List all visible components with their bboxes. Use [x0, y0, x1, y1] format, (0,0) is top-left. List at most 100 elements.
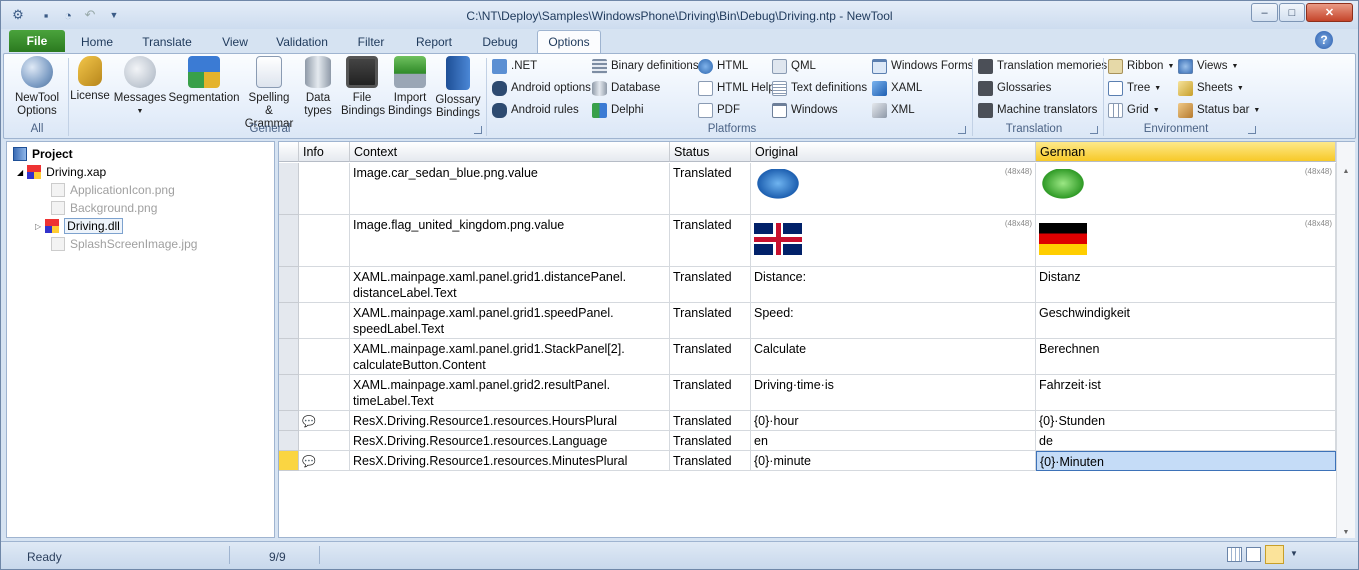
platform-xaml[interactable]: XAML [872, 78, 922, 98]
cell-status[interactable]: Translated [670, 163, 751, 215]
platforms-dialog-launcher-icon[interactable] [958, 126, 966, 134]
tree-node-project[interactable]: Project [13, 145, 73, 163]
tab-validation[interactable]: Validation [271, 32, 333, 52]
cell-original[interactable]: {0}·minute [751, 451, 1036, 471]
data-types-button[interactable]: Data types [298, 56, 338, 118]
cell-status[interactable]: Translated [670, 375, 751, 411]
tree-node-background[interactable]: Background.png [51, 199, 157, 217]
column-header-original[interactable]: Original [751, 142, 1036, 162]
status-options-dropdown-icon[interactable]: ▼ [1290, 549, 1298, 558]
cell-context[interactable]: ResX.Driving.Resource1.resources.Minutes… [350, 451, 670, 471]
column-header-german[interactable]: German [1036, 142, 1336, 162]
cell-info[interactable] [299, 375, 350, 411]
cell-context[interactable]: XAML.mainpage.xaml.panel.grid1.StackPane… [350, 339, 670, 375]
sheets-settings-button[interactable]: Sheets ▼ [1178, 78, 1244, 98]
scroll-up-icon[interactable]: ▲ [1337, 168, 1355, 175]
cell-original[interactable]: Speed: [751, 303, 1036, 339]
row-header[interactable] [279, 303, 299, 339]
help-icon[interactable]: ? [1315, 31, 1333, 49]
cell-german[interactable]: (48x48) [1036, 215, 1336, 267]
cell-original[interactable]: (48x48) [751, 163, 1036, 215]
cell-german[interactable]: Berechnen [1036, 339, 1336, 375]
cell-context[interactable]: XAML.mainpage.xaml.panel.grid1.distanceP… [350, 267, 670, 303]
spelling-grammar-button[interactable]: Spelling & Grammar [242, 56, 296, 131]
cell-german[interactable]: Geschwindigkeit [1036, 303, 1336, 339]
close-button[interactable]: ✕ [1306, 3, 1353, 22]
cell-info[interactable] [299, 163, 350, 215]
tab-filter[interactable]: Filter [347, 32, 395, 52]
ribbon-settings-button[interactable]: Ribbon ▼ [1108, 56, 1174, 76]
translation-dialog-launcher-icon[interactable] [1090, 126, 1098, 134]
row-header[interactable] [279, 431, 299, 451]
tab-file[interactable]: File [9, 30, 65, 52]
general-dialog-launcher-icon[interactable] [474, 126, 482, 134]
cell-context[interactable]: ResX.Driving.Resource1.resources.Languag… [350, 431, 670, 451]
platform-android-rules[interactable]: Android rules [492, 100, 579, 120]
cell-status[interactable]: Translated [670, 215, 751, 267]
column-header-info[interactable]: Info [299, 142, 350, 162]
cell-original[interactable]: Distance: [751, 267, 1036, 303]
status-bar-settings-button[interactable]: Status bar ▼ [1178, 100, 1260, 120]
platform-text-definitions[interactable]: Text definitions [772, 78, 867, 98]
platform-html[interactable]: HTML [698, 56, 748, 76]
cell-context[interactable]: XAML.mainpage.xaml.panel.grid2.resultPan… [350, 375, 670, 411]
cell-info[interactable]: 💬 [299, 411, 350, 431]
cell-status[interactable]: Translated [670, 339, 751, 375]
cell-info[interactable] [299, 339, 350, 375]
cell-original[interactable]: en [751, 431, 1036, 451]
platform-net[interactable]: .NET [492, 56, 537, 76]
row-header[interactable] [279, 451, 299, 471]
tab-view[interactable]: View [213, 32, 257, 52]
cell-status[interactable]: Translated [670, 411, 751, 431]
platform-html-help[interactable]: HTML Help [698, 78, 775, 98]
tab-debug[interactable]: Debug [473, 32, 527, 52]
cell-german[interactable]: {0}·Stunden [1036, 411, 1336, 431]
cell-info[interactable] [299, 215, 350, 267]
tree-node-driving-dll[interactable]: ▷ Driving.dll [35, 217, 123, 235]
cell-info[interactable] [299, 267, 350, 303]
messages-button[interactable]: Messages ▼ [112, 56, 168, 118]
row-header[interactable] [279, 215, 299, 267]
machine-translators-button[interactable]: Machine translators [978, 100, 1097, 120]
cell-status[interactable]: Translated [670, 431, 751, 451]
platform-android-options[interactable]: Android options [492, 78, 591, 98]
platform-windows-forms[interactable]: Windows Forms [872, 56, 973, 76]
cell-original[interactable]: Driving·time·is [751, 375, 1036, 411]
column-header-status[interactable]: Status [670, 142, 751, 162]
minimize-button[interactable]: – [1251, 3, 1278, 22]
cell-info[interactable]: 💬 [299, 451, 350, 471]
cell-original[interactable]: Calculate [751, 339, 1036, 375]
row-header[interactable] [279, 411, 299, 431]
tree-node-driving-xap[interactable]: ◢ Driving.xap [17, 163, 106, 181]
scroll-down-icon[interactable]: ▼ [1337, 529, 1355, 536]
row-header[interactable] [279, 339, 299, 375]
segmentation-button[interactable]: Segmentation [168, 56, 240, 105]
cell-status[interactable]: Translated [670, 303, 751, 339]
cell-info[interactable] [299, 303, 350, 339]
cell-status[interactable]: Translated [670, 267, 751, 303]
views-settings-button[interactable]: Views ▼ [1178, 56, 1238, 76]
row-header[interactable] [279, 375, 299, 411]
tab-translate[interactable]: Translate [135, 32, 199, 52]
platform-xml[interactable]: XML [872, 100, 915, 120]
tab-home[interactable]: Home [73, 32, 121, 52]
split-view-icon[interactable] [1265, 545, 1284, 564]
translation-memories-button[interactable]: Translation memories [978, 56, 1107, 76]
platform-delphi[interactable]: Delphi [592, 100, 644, 120]
environment-dialog-launcher-icon[interactable] [1248, 126, 1256, 134]
sheet-view-icon[interactable] [1246, 547, 1261, 562]
row-header[interactable] [279, 163, 299, 215]
cell-german[interactable]: {0}·Minuten [1036, 451, 1336, 471]
tree-node-application-icon[interactable]: ApplicationIcon.png [51, 181, 175, 199]
vertical-scrollbar[interactable]: ▲ ▼ [1336, 142, 1355, 538]
platform-qml[interactable]: QML [772, 56, 816, 76]
cell-german[interactable]: Distanz [1036, 267, 1336, 303]
tree-settings-button[interactable]: Tree ▼ [1108, 78, 1161, 98]
grid-view-icon[interactable] [1227, 547, 1242, 562]
platform-windows[interactable]: Windows [772, 100, 838, 120]
column-header-context[interactable]: Context [350, 142, 670, 162]
maximize-button[interactable]: □ [1279, 3, 1305, 22]
tree-node-splash-screen[interactable]: SplashScreenImage.jpg [51, 235, 197, 253]
tab-options[interactable]: Options [537, 30, 601, 53]
platform-database[interactable]: Database [592, 78, 660, 98]
